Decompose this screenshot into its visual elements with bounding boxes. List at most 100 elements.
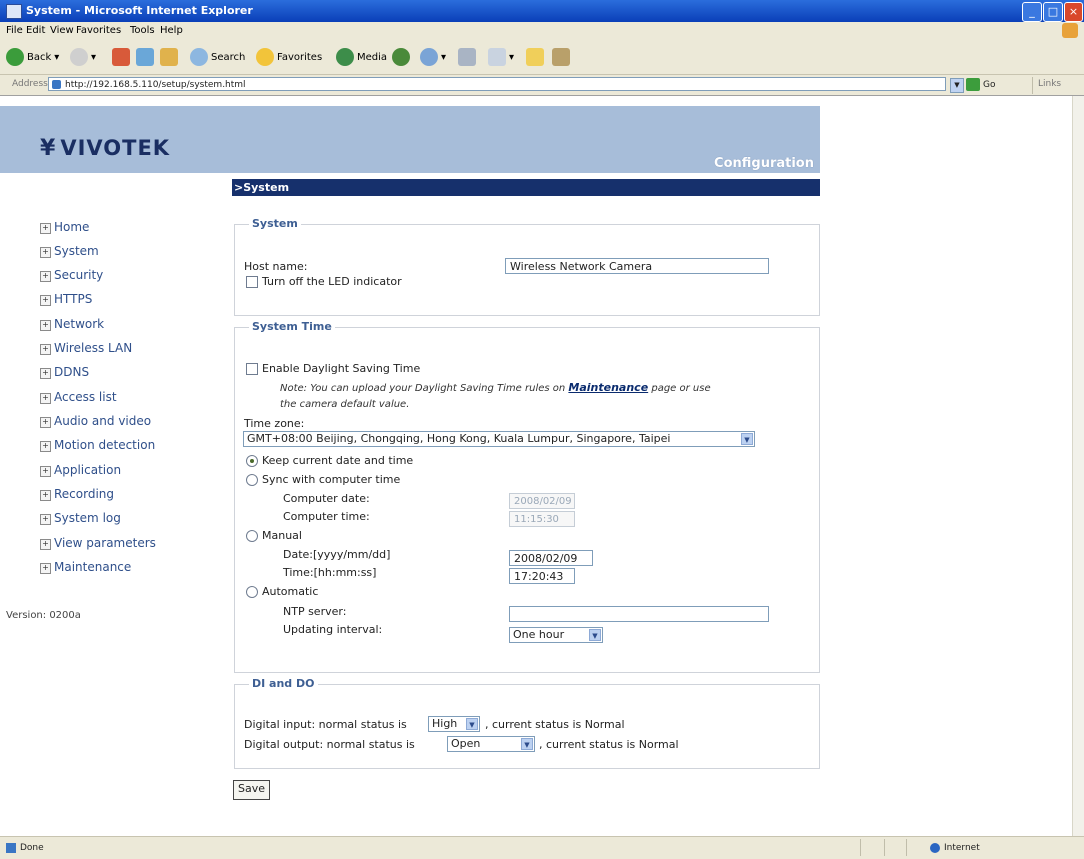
sidebar-item-label: Recording [54,487,115,501]
page-header: ¥ VIVOTEK Configuration [0,106,820,173]
mail-button[interactable]: ▾ [420,46,446,68]
history-icon [392,48,410,66]
print-button[interactable] [458,46,476,68]
discuss-button[interactable] [526,46,544,68]
browser-toolbar: Back ▾ ▾ Search Favorites Media ▾ ▾ [0,40,1084,75]
logo-text: VIVOTEK [60,136,171,160]
sidebar-item-wireless-lan[interactable]: + Wireless LAN [40,341,132,355]
sidebar-item-label: System log [54,511,121,525]
expand-plus-icon: + [40,271,51,282]
sidebar-item-label: Network [54,317,105,331]
time-input[interactable]: 17:20:43 [509,568,575,584]
host-name-input[interactable]: Wireless Network Camera [505,258,769,274]
sidebar-item-recording[interactable]: + Recording [40,487,114,501]
status-zone: Internet [930,843,980,853]
digital-input-value: High [432,717,458,730]
minimize-icon[interactable]: _ [1022,2,1042,22]
sidebar-item-view-parameters[interactable]: + View parameters [40,536,156,550]
keep-time-radio[interactable] [246,455,258,467]
expand-plus-icon: + [40,295,51,306]
sidebar-item-network[interactable]: + Network [40,317,104,331]
stop-button[interactable] [112,46,130,68]
sidebar-item-ddns[interactable]: + DDNS [40,365,89,379]
window-title: System - Microsoft Internet Explorer [26,4,253,17]
updating-interval-select[interactable]: One hour ▼ [509,627,603,643]
expand-plus-icon: + [40,247,51,258]
search-icon [190,48,208,66]
status-done-text: Done [20,843,44,853]
maximize-icon[interactable]: □ [1043,2,1063,22]
history-button[interactable] [392,46,410,68]
sidebar-item-application[interactable]: + Application [40,463,121,477]
manual-radio[interactable] [246,530,258,542]
sidebar-item-label: Access list [54,390,117,404]
sidebar-item-system[interactable]: + System [40,244,99,258]
back-button[interactable]: Back ▾ [6,46,59,68]
computer-date-label: Computer date: [283,492,370,505]
system-legend: System [249,217,301,230]
home-button[interactable] [160,46,178,68]
media-button[interactable]: Media [336,46,387,68]
go-arrow-icon [966,78,980,91]
automatic-radio[interactable] [246,586,258,598]
menu-help[interactable]: Help [160,25,183,36]
digital-output-select[interactable]: Open ▼ [447,736,535,752]
sidebar-item-home[interactable]: + Home [40,220,89,234]
save-button[interactable]: Save [233,780,271,800]
address-label: Address [12,79,48,89]
forward-button[interactable]: ▾ [70,46,96,68]
address-bar: Address http://192.168.5.110/setup/syste… [0,75,1084,96]
ntp-server-input[interactable] [509,606,769,622]
search-button[interactable]: Search [190,46,245,68]
sync-computer-radio[interactable] [246,474,258,486]
page-icon [52,80,61,89]
sidebar-item-system-log[interactable]: + System log [40,511,121,525]
back-label: Back [27,51,52,63]
menu-edit[interactable]: Edit [26,25,45,36]
messenger-button[interactable] [552,46,570,68]
chevron-down-icon: ▾ [509,51,515,63]
digital-output-value: Open [451,737,481,750]
windows-logo-icon [1062,23,1078,38]
go-button[interactable]: Go [966,78,995,91]
sidebar-item-security[interactable]: + Security [40,268,103,282]
vertical-scrollbar[interactable] [1072,96,1084,836]
close-icon[interactable]: × [1064,2,1083,22]
edit-button[interactable]: ▾ [488,46,514,68]
digital-input-select[interactable]: High ▼ [428,716,480,732]
led-checkbox[interactable] [246,276,258,288]
dst-checkbox[interactable] [246,363,258,375]
menu-favorites[interactable]: Favorites [76,25,121,36]
dst-note: Note: You can upload your Daylight Savin… [280,381,711,394]
menu-view[interactable]: View [50,25,74,36]
date-input[interactable]: 2008/02/09 [509,550,593,566]
media-icon [336,48,354,66]
sidebar-item-https[interactable]: + HTTPS [40,292,92,306]
sidebar-item-access-list[interactable]: + Access list [40,390,117,404]
status-zone-text: Internet [944,843,980,853]
expand-plus-icon: + [40,563,51,574]
automatic-label: Automatic [262,585,319,598]
system-fieldset: System Host name: Wireless Network Camer… [234,217,820,316]
address-input[interactable]: http://192.168.5.110/setup/system.html [48,77,946,91]
digital-output-label: Digital output: normal status is [244,738,415,751]
time-zone-select[interactable]: GMT+08:00 Beijing, Chongqing, Hong Kong,… [243,431,755,447]
mail-icon [420,48,438,66]
expand-plus-icon: + [40,466,51,477]
links-button[interactable]: Links [1038,79,1061,89]
menu-tools[interactable]: Tools [130,25,155,36]
status-done: Done [6,843,44,853]
sidebar-item-label: HTTPS [54,292,93,306]
expand-plus-icon: + [40,368,51,379]
menu-file[interactable]: File [6,25,23,36]
sidebar-item-maintenance[interactable]: + Maintenance [40,560,131,574]
sidebar-item-label: Audio and video [54,414,152,428]
sidebar-item-motion-detection[interactable]: + Motion detection [40,438,155,452]
refresh-button[interactable] [136,46,154,68]
favorites-button[interactable]: Favorites [256,46,322,68]
maintenance-link[interactable]: Maintenance [568,381,648,394]
vivotek-logo: ¥ VIVOTEK [40,136,170,161]
address-dropdown-icon[interactable]: ▼ [950,78,964,93]
sidebar-item-audio-and-video[interactable]: + Audio and video [40,414,151,428]
home-icon [160,48,178,66]
